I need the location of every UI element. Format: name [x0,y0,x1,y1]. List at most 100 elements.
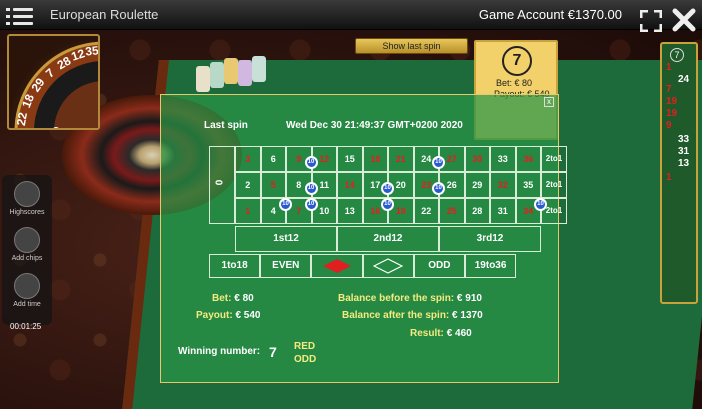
highscores-button[interactable]: Highscores [2,181,52,216]
column-bet-cell: 2to1 [541,146,567,172]
bet-chip: 10 [304,156,318,169]
close-icon[interactable] [672,8,696,32]
column-bet-cell: 2to1 [541,172,567,198]
balance-after-label: Balance after the spin: [342,310,450,321]
outside-bet-cell: ODD [413,254,465,278]
bet-number-cell: 6 [260,146,286,172]
bet-chip: 10 [381,198,394,211]
dozen-bet-cell: 3rd12 [439,226,541,252]
dozen-bet-cell: 1st12 [235,226,337,252]
history-item: 19 [666,96,678,107]
balance-before-label: Balance before the spin: [338,293,455,304]
bet-chip: 10 [381,182,394,195]
result-number: 7 [502,46,532,76]
result: Result: € 460 [410,328,472,339]
history-item: 7 [666,84,672,95]
bet-label: Bet: [212,293,232,304]
bet-number-cell: 35 [515,172,541,198]
zero-label: 0 [214,179,226,186]
bet-number-cell: 2 [235,172,261,198]
dialog-bet: Bet: € 80 [212,293,254,304]
bet-number-cell: 22 [413,198,439,224]
bet-number-cell: 21 [388,146,414,172]
game-account-balance: Game Account €1370.00 [478,7,622,22]
winning-parity: ODD [294,354,317,365]
bet-number-cell: 1 [235,198,261,224]
bet-number-cell: 32 [490,172,516,198]
history-item: 19 [666,108,678,119]
spin-date: Wed Dec 30 21:49:37 GMT+0200 2020 [286,120,463,131]
add-chips-button[interactable]: Add chips [2,227,52,262]
balance-before-value: € 910 [456,293,482,304]
highscores-label: Highscores [9,209,45,216]
chips-icon [14,227,40,253]
black-diamond-icon [372,258,404,274]
red-diamond-icon [322,259,351,273]
red-bet-cell [311,254,363,278]
history-item: 9 [666,120,672,131]
history-item: 33 [678,134,690,145]
winning-color: RED [294,341,316,352]
balance-before: Balance before the spin: € 910 [338,293,482,304]
bet-number-cell: 3 [235,146,261,172]
wheel-number: 35 [84,43,100,59]
bet-zero: 0 [209,146,235,224]
show-last-spin-button[interactable]: Show last spin [355,38,468,54]
bet-chip: 10 [279,198,292,211]
bet-number-cell: 28 [464,198,490,224]
trophy-icon [14,181,40,207]
bet-chip: 10 [534,198,547,211]
outside-bet-cell: EVEN [260,254,312,278]
top-bar: European Roulette Game Account €1370.00 [0,0,702,30]
app-title: European Roulette [50,7,159,22]
outside-bet-cell: 19to36 [465,254,517,278]
spin-history: 7 1 24 7 19 19 9 33 31 13 1 [660,42,698,304]
payout-label: Payout: [196,310,233,321]
balance-after: Balance after the spin: € 1370 [342,310,483,321]
bet-number-cell: 25 [439,198,465,224]
bet-chip: 10 [432,182,445,195]
add-chips-label: Add chips [11,255,43,262]
dialog-payout: Payout: € 540 [196,310,260,321]
bet-number-cell: 15 [337,146,363,172]
history-item: 13 [678,158,690,169]
fullscreen-icon[interactable] [640,10,662,32]
winning-number-label: Winning number: [178,346,261,357]
tools-panel: Highscores Add chips Add time [2,175,52,325]
history-item: 31 [678,146,690,157]
balance-after-value: € 1370 [452,310,483,321]
bet-chip: 10 [304,198,318,211]
bet-value: € 80 [234,293,254,304]
bet-number-cell: 14 [337,172,363,198]
bet-number-cell: 29 [464,172,490,198]
dialog-close-button[interactable]: x [544,97,554,107]
bet-number-cell: 18 [362,146,388,172]
bet-chip: 10 [432,156,445,169]
bet-number-cell: 33 [490,146,516,172]
bet-number-cell: 13 [337,198,363,224]
history-item: 24 [678,74,690,85]
payout-value: € 540 [235,310,261,321]
black-bet-cell [362,254,414,278]
history-item: 1 [666,62,672,73]
hourglass-icon [14,273,40,299]
add-time-label: Add time [13,301,41,308]
winning-number: 7 [269,344,277,360]
bet-chip: 10 [304,182,318,195]
wheel-thumbnail[interactable]: 22 18 29 7 28 12 35 [7,34,100,130]
history-current: 7 [670,48,684,62]
result-bet: Bet: € 80 [496,78,533,88]
add-time-button[interactable]: Add time [2,273,52,308]
dozen-bet-cell: 2nd12 [337,226,439,252]
history-item: 1 [666,172,672,183]
outside-bet-cell: 1to18 [209,254,261,278]
chip-stack [196,56,274,96]
bet-number-cell: 36 [515,146,541,172]
session-timer: 00:01:25 [10,322,42,331]
wheel-number: 22 [13,111,31,127]
bet-number-cell: 31 [490,198,516,224]
menu-icon[interactable] [6,6,34,26]
result-value: € 460 [446,328,472,339]
bet-number-cell: 30 [464,146,490,172]
result-label: Result: [410,328,444,339]
